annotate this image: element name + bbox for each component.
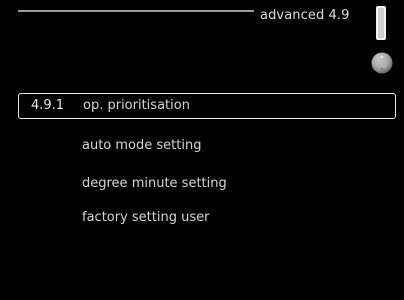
header-divider — [18, 10, 254, 12]
menu-item-label: degree minute setting — [82, 176, 227, 191]
thermometer-fill — [378, 8, 384, 38]
menu-item-op-prioritisation[interactable]: 4.9.1 op. prioritisation — [18, 93, 396, 119]
menu-item-label: auto mode setting — [82, 138, 202, 153]
control-knob-icon[interactable] — [370, 51, 394, 75]
thermometer-icon — [376, 6, 386, 40]
menu-item-degree-minute-setting[interactable]: degree minute setting — [18, 172, 396, 198]
display-screen: advanced 4.9 4.9.1 op. prioritisation au… — [0, 0, 404, 300]
menu-title: advanced 4.9 — [260, 8, 350, 23]
menu-item-label: op. prioritisation — [83, 98, 190, 113]
menu-item-label: factory setting user — [82, 210, 210, 225]
menu-item-number: 4.9.1 — [31, 98, 65, 113]
menu-item-auto-mode-setting[interactable]: auto mode setting — [18, 134, 396, 160]
menu-item-factory-setting-user[interactable]: factory setting user — [18, 206, 396, 232]
